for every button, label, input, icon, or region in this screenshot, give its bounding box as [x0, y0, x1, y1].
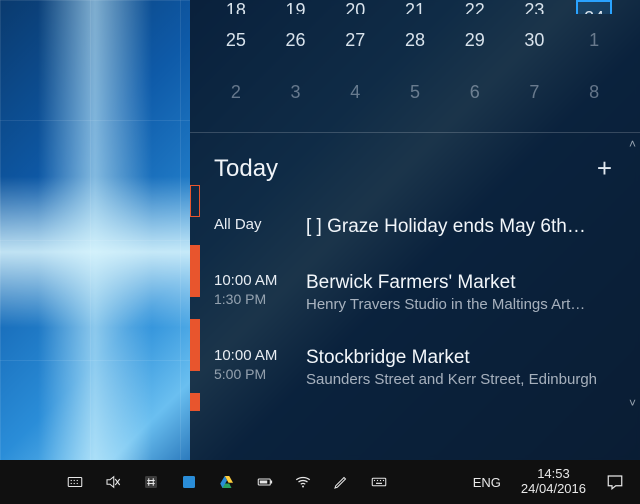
event-subtitle: Henry Travers Studio in the Maltings Art…	[306, 296, 618, 313]
agenda-event-list: All Day [ ] Graze Holiday ends May 6th… 10…	[214, 200, 618, 414]
agenda-event[interactable]	[214, 406, 618, 414]
taskbar: ENG 14:53 24/04/2016	[0, 460, 640, 504]
volume-mute-icon[interactable]	[94, 460, 132, 504]
calendar-day[interactable]: 26	[266, 14, 326, 66]
event-end-time: 5:00 PM	[214, 366, 296, 382]
event-start-time: 10:00 AM	[214, 347, 296, 364]
hash-icon[interactable]	[132, 460, 170, 504]
calendar-day[interactable]: 1	[564, 14, 624, 66]
event-title: Stockbridge Market	[306, 347, 618, 369]
calendar-day[interactable]: 22	[445, 0, 505, 14]
calendar-day[interactable]: 2	[206, 66, 266, 118]
app-blue-icon[interactable]	[170, 460, 208, 504]
calendar-day[interactable]: 24	[564, 0, 624, 14]
calendar-flyout-panel: 1819202122232425262728293012345678 Today…	[190, 0, 640, 460]
event-start-time: All Day	[214, 216, 296, 233]
calendar-day[interactable]: 6	[445, 66, 505, 118]
system-tray-right: ENG 14:53 24/04/2016	[463, 460, 640, 504]
event-color-bar	[190, 185, 200, 217]
add-event-button[interactable]: +	[591, 151, 618, 186]
onscreen-keyboard-icon[interactable]	[360, 460, 398, 504]
system-tray-left	[0, 460, 398, 504]
calendar-day[interactable]: 28	[385, 14, 445, 66]
agenda-event[interactable]: All Day [ ] Graze Holiday ends May 6th…	[214, 200, 618, 256]
calendar-day[interactable]: 18	[206, 0, 266, 14]
taskbar-clock[interactable]: 14:53 24/04/2016	[511, 467, 596, 497]
calendar-day[interactable]: 8	[564, 66, 624, 118]
event-title: [ ] Graze Holiday ends May 6th…	[306, 216, 618, 238]
calendar-day[interactable]: 30	[505, 14, 565, 66]
calendar-month-grid: 1819202122232425262728293012345678	[190, 0, 640, 133]
calendar-day[interactable]: 20	[325, 0, 385, 14]
calendar-day[interactable]: 29	[445, 14, 505, 66]
event-end-time: 1:30 PM	[214, 291, 296, 307]
battery-icon[interactable]	[246, 460, 284, 504]
calendar-day[interactable]: 5	[385, 66, 445, 118]
wifi-icon[interactable]	[284, 460, 322, 504]
event-start-time: 10:00 AM	[214, 272, 296, 289]
keyboard-grid-icon[interactable]	[56, 460, 94, 504]
calendar-day[interactable]: 21	[385, 0, 445, 14]
calendar-day[interactable]: 4	[325, 66, 385, 118]
agenda-event[interactable]: 10:00 AM 5:00 PM Stockbridge Market Saunder…	[214, 331, 618, 406]
calendar-day-selected[interactable]: 24	[576, 0, 612, 14]
pen-icon[interactable]	[322, 460, 360, 504]
event-color-bar	[190, 393, 200, 411]
calendar-day[interactable]: 19	[266, 0, 326, 14]
event-color-bar	[190, 245, 200, 297]
clock-time: 14:53	[521, 467, 586, 482]
scroll-up-arrow[interactable]: ˄	[629, 137, 636, 151]
language-indicator[interactable]: ENG	[463, 475, 511, 490]
agenda-title: Today	[214, 155, 278, 183]
scroll-down-arrow[interactable]: ˅	[629, 396, 636, 410]
calendar-day[interactable]: 7	[505, 66, 565, 118]
action-center-icon[interactable]	[596, 460, 634, 504]
event-color-bar	[190, 319, 200, 371]
calendar-day[interactable]: 23	[505, 0, 565, 14]
calendar-day[interactable]: 25	[206, 14, 266, 66]
agenda-event[interactable]: 10:00 AM 1:30 PM Berwick Farmers' Market He…	[214, 256, 618, 331]
calendar-day[interactable]: 27	[325, 14, 385, 66]
calendar-day[interactable]: 3	[266, 66, 326, 118]
google-drive-icon[interactable]	[208, 460, 246, 504]
event-subtitle: Saunders Street and Kerr Street, Edinbur…	[306, 371, 618, 388]
event-title: Berwick Farmers' Market	[306, 272, 618, 294]
clock-date: 24/04/2016	[521, 482, 586, 497]
agenda-section: Today + ˄ All Day [ ] Graze Holiday ends …	[190, 133, 640, 414]
